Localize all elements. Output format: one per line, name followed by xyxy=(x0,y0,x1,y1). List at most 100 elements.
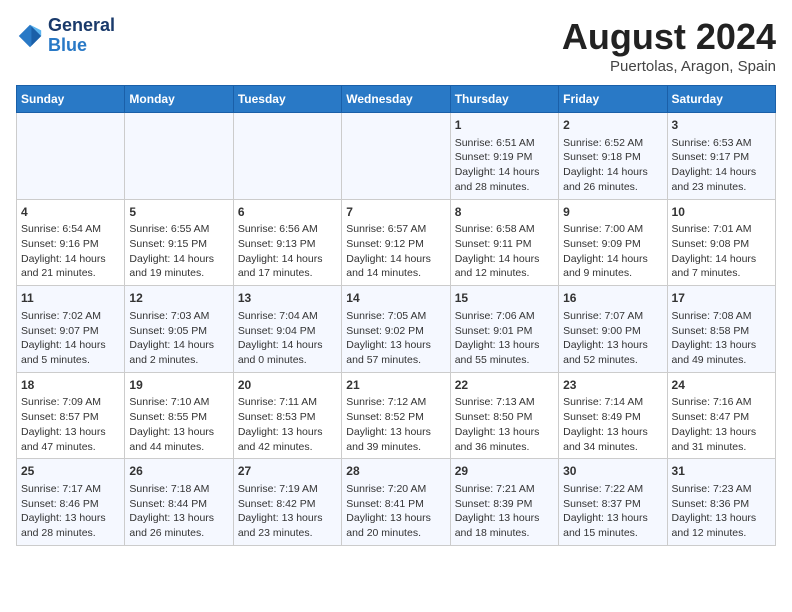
day-number: 1 xyxy=(455,117,554,134)
day-info: Sunrise: 6:57 AM xyxy=(346,222,445,237)
day-number: 21 xyxy=(346,377,445,394)
day-info: Daylight: 14 hours xyxy=(129,252,228,267)
day-info: Daylight: 13 hours xyxy=(563,511,662,526)
calendar-cell: 31Sunrise: 7:23 AMSunset: 8:36 PMDayligh… xyxy=(667,459,775,546)
day-info: Sunset: 9:12 PM xyxy=(346,237,445,252)
day-info: Sunset: 8:50 PM xyxy=(455,410,554,425)
day-info: Sunset: 8:37 PM xyxy=(563,497,662,512)
day-info: Sunrise: 7:04 AM xyxy=(238,309,337,324)
calendar-cell: 9Sunrise: 7:00 AMSunset: 9:09 PMDaylight… xyxy=(559,199,667,286)
title-block: August 2024 Puertolas, Aragon, Spain xyxy=(562,16,776,75)
calendar-table: SundayMondayTuesdayWednesdayThursdayFrid… xyxy=(16,85,776,546)
day-info: Sunrise: 7:00 AM xyxy=(563,222,662,237)
day-info: and 14 minutes. xyxy=(346,266,445,281)
day-info: Sunset: 9:08 PM xyxy=(672,237,771,252)
day-info: Daylight: 13 hours xyxy=(238,425,337,440)
day-info: and 26 minutes. xyxy=(129,526,228,541)
day-number: 14 xyxy=(346,290,445,307)
day-number: 24 xyxy=(672,377,771,394)
day-info: and 15 minutes. xyxy=(563,526,662,541)
day-info: Daylight: 14 hours xyxy=(563,252,662,267)
day-info: Sunrise: 6:56 AM xyxy=(238,222,337,237)
day-info: Sunset: 8:41 PM xyxy=(346,497,445,512)
day-info: and 28 minutes. xyxy=(21,526,120,541)
day-number: 11 xyxy=(21,290,120,307)
calendar-cell: 8Sunrise: 6:58 AMSunset: 9:11 PMDaylight… xyxy=(450,199,558,286)
day-info: Daylight: 14 hours xyxy=(455,165,554,180)
day-info: and 34 minutes. xyxy=(563,440,662,455)
calendar-cell: 10Sunrise: 7:01 AMSunset: 9:08 PMDayligh… xyxy=(667,199,775,286)
day-info: and 47 minutes. xyxy=(21,440,120,455)
day-info: and 26 minutes. xyxy=(563,180,662,195)
day-info: Sunset: 9:02 PM xyxy=(346,324,445,339)
calendar-cell: 20Sunrise: 7:11 AMSunset: 8:53 PMDayligh… xyxy=(233,372,341,459)
weekday-header-wednesday: Wednesday xyxy=(342,86,450,113)
day-number: 9 xyxy=(563,204,662,221)
calendar-cell xyxy=(125,113,233,200)
day-number: 4 xyxy=(21,204,120,221)
month-year: August 2024 xyxy=(562,16,776,58)
day-number: 6 xyxy=(238,204,337,221)
day-info: Sunrise: 7:13 AM xyxy=(455,395,554,410)
calendar-cell: 18Sunrise: 7:09 AMSunset: 8:57 PMDayligh… xyxy=(17,372,125,459)
day-info: Sunrise: 7:08 AM xyxy=(672,309,771,324)
day-info: Sunset: 8:47 PM xyxy=(672,410,771,425)
day-info: Sunset: 9:04 PM xyxy=(238,324,337,339)
day-info: Daylight: 13 hours xyxy=(21,511,120,526)
day-info: Sunset: 9:17 PM xyxy=(672,150,771,165)
day-info: Sunset: 8:57 PM xyxy=(21,410,120,425)
day-info: Sunrise: 7:10 AM xyxy=(129,395,228,410)
day-info: and 19 minutes. xyxy=(129,266,228,281)
calendar-cell: 7Sunrise: 6:57 AMSunset: 9:12 PMDaylight… xyxy=(342,199,450,286)
day-info: Daylight: 14 hours xyxy=(238,338,337,353)
day-info: Daylight: 14 hours xyxy=(129,338,228,353)
weekday-header-saturday: Saturday xyxy=(667,86,775,113)
day-number: 31 xyxy=(672,463,771,480)
day-info: Sunrise: 7:22 AM xyxy=(563,482,662,497)
day-info: Sunset: 9:09 PM xyxy=(563,237,662,252)
day-info: and 55 minutes. xyxy=(455,353,554,368)
day-info: Sunrise: 7:07 AM xyxy=(563,309,662,324)
day-number: 3 xyxy=(672,117,771,134)
day-info: Daylight: 13 hours xyxy=(238,511,337,526)
calendar-cell: 14Sunrise: 7:05 AMSunset: 9:02 PMDayligh… xyxy=(342,286,450,373)
weekday-header-sunday: Sunday xyxy=(17,86,125,113)
calendar-cell: 11Sunrise: 7:02 AMSunset: 9:07 PMDayligh… xyxy=(17,286,125,373)
day-info: Sunrise: 7:09 AM xyxy=(21,395,120,410)
day-info: Sunrise: 7:12 AM xyxy=(346,395,445,410)
calendar-cell: 30Sunrise: 7:22 AMSunset: 8:37 PMDayligh… xyxy=(559,459,667,546)
day-info: Daylight: 13 hours xyxy=(563,338,662,353)
calendar-cell xyxy=(233,113,341,200)
day-info: Sunset: 9:15 PM xyxy=(129,237,228,252)
day-info: Sunset: 8:44 PM xyxy=(129,497,228,512)
day-info: Sunrise: 7:17 AM xyxy=(21,482,120,497)
calendar-cell: 28Sunrise: 7:20 AMSunset: 8:41 PMDayligh… xyxy=(342,459,450,546)
day-number: 13 xyxy=(238,290,337,307)
calendar-cell: 5Sunrise: 6:55 AMSunset: 9:15 PMDaylight… xyxy=(125,199,233,286)
day-info: and 42 minutes. xyxy=(238,440,337,455)
page-header: GeneralBlue August 2024 Puertolas, Arago… xyxy=(16,16,776,75)
day-info: and 17 minutes. xyxy=(238,266,337,281)
day-info: and 18 minutes. xyxy=(455,526,554,541)
day-info: Daylight: 14 hours xyxy=(21,252,120,267)
calendar-cell: 15Sunrise: 7:06 AMSunset: 9:01 PMDayligh… xyxy=(450,286,558,373)
day-number: 2 xyxy=(563,117,662,134)
day-number: 7 xyxy=(346,204,445,221)
day-info: Sunrise: 7:20 AM xyxy=(346,482,445,497)
calendar-cell: 6Sunrise: 6:56 AMSunset: 9:13 PMDaylight… xyxy=(233,199,341,286)
day-info: Daylight: 13 hours xyxy=(672,338,771,353)
day-info: Sunrise: 7:03 AM xyxy=(129,309,228,324)
day-info: Daylight: 13 hours xyxy=(346,511,445,526)
day-info: Sunrise: 6:55 AM xyxy=(129,222,228,237)
day-number: 18 xyxy=(21,377,120,394)
day-info: Sunrise: 6:53 AM xyxy=(672,136,771,151)
day-info: Daylight: 13 hours xyxy=(346,338,445,353)
day-info: Sunrise: 7:11 AM xyxy=(238,395,337,410)
day-info: Sunset: 8:36 PM xyxy=(672,497,771,512)
day-info: Sunset: 9:07 PM xyxy=(21,324,120,339)
week-row-5: 25Sunrise: 7:17 AMSunset: 8:46 PMDayligh… xyxy=(17,459,776,546)
day-number: 29 xyxy=(455,463,554,480)
week-row-4: 18Sunrise: 7:09 AMSunset: 8:57 PM Dayligh… xyxy=(17,372,776,459)
day-info: Sunset: 8:49 PM xyxy=(563,410,662,425)
day-info: Sunrise: 7:19 AM xyxy=(238,482,337,497)
